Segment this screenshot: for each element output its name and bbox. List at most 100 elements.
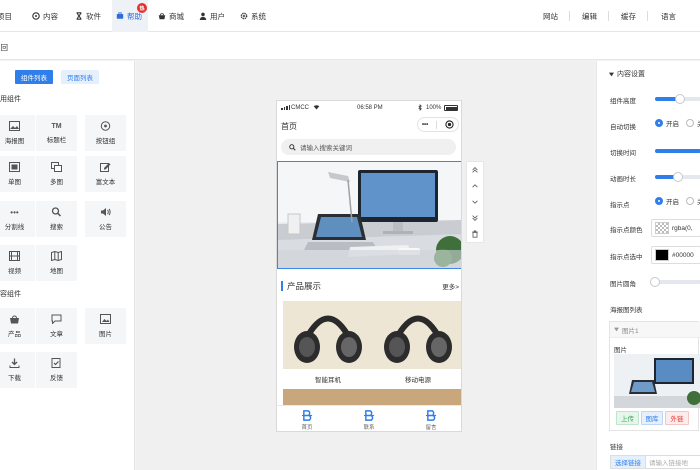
component-notice[interactable]: 公告: [85, 201, 126, 237]
battery-icon: [444, 105, 458, 111]
indicator-active-color-picker[interactable]: #00000: [651, 246, 700, 264]
gallery-button[interactable]: 图库: [641, 411, 663, 425]
nav-item-project[interactable]: 项目: [0, 0, 21, 32]
headphones-image: [373, 301, 461, 369]
content-icon: [32, 12, 40, 20]
radius-slider[interactable]: [650, 277, 700, 287]
nav-item-content[interactable]: 内容: [32, 0, 58, 32]
component-multi-image[interactable]: 多图: [36, 156, 77, 192]
component-label: 图片: [99, 331, 112, 338]
status-bar: CMCC 06:58 PM 100%: [277, 101, 461, 115]
nav-link-website[interactable]: 网站: [543, 0, 558, 32]
wifi-icon: [313, 104, 320, 110]
tab-b-icon: [301, 410, 313, 421]
autoplay-on-radio[interactable]: 开启: [655, 118, 679, 128]
search-placeholder: 请输入搜索关键词: [300, 145, 352, 152]
delete-icon[interactable]: [471, 230, 479, 238]
component-title-bar[interactable]: TM 标题栏: [36, 115, 77, 151]
poster-item-header[interactable]: 图片1: [610, 322, 700, 338]
select-link-button[interactable]: 选择链接: [611, 456, 646, 468]
component-download[interactable]: 下载: [0, 352, 35, 388]
back-link[interactable]: 返回: [0, 42, 8, 53]
height-slider[interactable]: [655, 94, 700, 104]
slider-knob[interactable]: [673, 172, 683, 182]
indicator-off-radio[interactable]: 关: [686, 196, 700, 206]
component-label: 下载: [8, 375, 21, 382]
mini-program-capsule[interactable]: •••: [417, 117, 459, 132]
poster-thumbnail[interactable]: [614, 354, 700, 408]
component-article[interactable]: 文章: [36, 308, 77, 344]
product-card[interactable]: [283, 301, 373, 369]
component-single-image[interactable]: 单图: [0, 156, 35, 192]
interval-slider[interactable]: [655, 149, 700, 153]
radio-dot: [686, 197, 694, 205]
nav-item-software[interactable]: 软件: [75, 0, 101, 32]
component-picture[interactable]: 图片: [85, 308, 126, 344]
tab-label: 留言: [425, 425, 437, 431]
nav-link-edit[interactable]: 编辑: [582, 0, 597, 32]
indicator-on-radio[interactable]: 开启: [655, 196, 679, 206]
external-link-button[interactable]: 外链: [665, 411, 689, 425]
nav-label: 软件: [86, 11, 101, 21]
close-target-icon[interactable]: [445, 120, 454, 129]
phone-search-bar[interactable]: 请输入搜索关键词: [281, 139, 456, 155]
component-product[interactable]: 产品: [0, 308, 35, 344]
link-input-group: 选择链接 请输入链接地: [610, 455, 700, 469]
component-rich-text[interactable]: 富文本: [85, 156, 126, 192]
search-icon: [51, 207, 62, 217]
nav-label: 系统: [251, 11, 266, 21]
nav-link-cache[interactable]: 缓存: [621, 0, 636, 32]
component-poster[interactable]: 海报图: [0, 115, 35, 151]
hourglass-icon: [75, 12, 83, 20]
component-search[interactable]: 搜索: [36, 201, 77, 237]
component-feedback[interactable]: 反馈: [36, 352, 77, 388]
label-duration: 动画时长: [610, 176, 636, 183]
move-top-icon[interactable]: [471, 166, 479, 174]
phone-tab-message[interactable]: 留言: [416, 410, 446, 431]
slider-knob[interactable]: [650, 277, 660, 287]
move-down-icon[interactable]: [471, 198, 479, 206]
component-map[interactable]: 地图: [36, 245, 77, 281]
slider-knob[interactable]: [675, 94, 686, 104]
component-divider[interactable]: ••• 分割线: [0, 201, 35, 237]
phone-tab-contact[interactable]: 联系: [354, 410, 384, 431]
color-value: rgba(0,: [672, 224, 693, 232]
indicator-color-picker[interactable]: rgba(0,: [651, 219, 700, 237]
carrier: CMCC: [291, 105, 309, 111]
move-bottom-icon[interactable]: [471, 214, 479, 222]
nav-link-language[interactable]: 语言: [661, 0, 676, 32]
nav-item-user[interactable]: 用户: [199, 0, 225, 32]
banner-image: [278, 162, 461, 268]
group-title-common: 常用组件: [0, 96, 21, 103]
tab-page-list[interactable]: 页面列表: [61, 70, 99, 84]
edit-icon: [100, 162, 111, 172]
help-icon: [116, 12, 124, 20]
signal-icon: [281, 105, 290, 110]
component-button-group[interactable]: 按钮组: [85, 115, 126, 151]
product-card[interactable]: [373, 301, 461, 369]
nav-item-mall[interactable]: 商城: [158, 0, 184, 32]
bag-icon: [9, 314, 20, 324]
link-input[interactable]: 请输入链接地: [646, 457, 688, 467]
poster-banner[interactable]: [277, 161, 461, 269]
product-section-header: 产品展示 更多>: [281, 279, 459, 293]
move-up-icon[interactable]: [471, 182, 479, 190]
phone-tabbar: 首页 联系 留言: [277, 405, 461, 431]
sub-toolbar: 返回: [0, 32, 700, 60]
tab-component-list[interactable]: 组件列表: [15, 70, 53, 84]
upload-button[interactable]: 上传: [616, 411, 639, 425]
nav-item-help[interactable]: 帮助 热: [112, 0, 148, 32]
duration-slider[interactable]: [655, 172, 700, 182]
more-dots-icon[interactable]: •••: [422, 122, 428, 128]
component-label: 标题栏: [46, 136, 67, 144]
autoplay-off-radio[interactable]: 关: [686, 118, 700, 128]
phone-tab-home[interactable]: 首页: [292, 410, 322, 431]
component-label: 按钮组: [95, 138, 116, 145]
radio-label: 开启: [666, 199, 679, 206]
nav-label: 商城: [169, 11, 184, 21]
chat-icon: [51, 314, 62, 324]
component-video[interactable]: 视频: [0, 245, 35, 281]
more-link[interactable]: 更多>: [442, 281, 459, 291]
component-label: 地图: [50, 268, 63, 275]
nav-item-system[interactable]: 系统: [240, 0, 266, 32]
